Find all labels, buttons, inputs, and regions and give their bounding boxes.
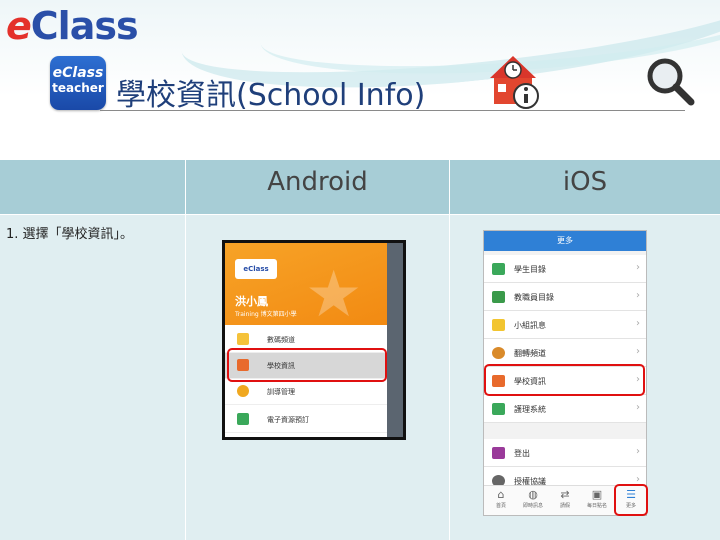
android-menu-item[interactable]: 電子資源預訂	[225, 407, 387, 433]
menu-item-label: 數碼頻道	[267, 336, 295, 344]
school-info-icon	[490, 56, 539, 109]
checkin-icon: ▣	[591, 488, 603, 501]
brand-e: e	[6, 4, 32, 48]
android-user-name: 洪小鳳	[235, 295, 268, 308]
android-highlight-box	[227, 348, 387, 382]
tab-label: 即時訊息	[522, 503, 543, 509]
clipboard-icon	[492, 263, 505, 275]
row-label: 登出	[514, 449, 530, 458]
android-screenshot: ★ eClass 洪小鳳 Training 博文第四小學 數碼頻道 學校資訊 訓…	[222, 240, 406, 440]
tab-label: 每日點名	[586, 503, 607, 509]
video-icon	[237, 333, 249, 345]
eclass-teacher-app-icon: eClass teacher	[50, 56, 106, 110]
table-header-ios: iOS	[450, 160, 720, 214]
menu-item-label: 電子資源預訂	[267, 416, 309, 424]
eclass-logo: eClass	[6, 4, 139, 48]
tab-home[interactable]: ⌂ 首頁	[486, 488, 516, 514]
page-title: 學校資訊(School Info)	[116, 78, 426, 113]
ios-highlight-box	[484, 364, 645, 396]
android-profile-header: ★ eClass 洪小鳳 Training 博文第四小學	[225, 243, 387, 332]
tab-checkin[interactable]: ▣ 每日點名	[582, 488, 612, 514]
chat-icon: ◍	[528, 488, 538, 501]
ios-list-row[interactable]: 學生目錄 ›	[484, 255, 646, 283]
message-icon	[492, 319, 505, 331]
ios-list-row[interactable]: 護理系統 ›	[484, 395, 646, 423]
chevron-right-icon: ›	[636, 446, 640, 457]
ios-tab-highlight-box	[614, 484, 648, 516]
calendar-icon	[237, 413, 249, 425]
header: eClass eClass teacher 學校資訊(School Info)	[0, 0, 720, 160]
chevron-right-icon: ›	[636, 346, 640, 357]
tab-chat[interactable]: ◍ 即時訊息	[518, 488, 548, 514]
tab-label: 首頁	[495, 503, 506, 509]
tab-label: 請假	[559, 503, 570, 509]
row-label: 護理系統	[514, 405, 546, 414]
android-menu-item[interactable]: 訓導管理	[225, 379, 387, 405]
brand-rest: Class	[30, 4, 139, 48]
ios-list-row[interactable]: 翻轉頻道 ›	[484, 339, 646, 367]
column-header: iOS	[562, 167, 608, 197]
column-header: Android	[267, 167, 368, 197]
users-icon	[492, 347, 505, 359]
ios-list-row-logout[interactable]: 登出 ›	[484, 439, 646, 467]
transfer-icon: ⇄	[560, 488, 570, 501]
ios-nav-title: 更多	[484, 231, 646, 251]
badge-line2: teacher	[52, 81, 104, 95]
chevron-right-icon: ›	[636, 262, 640, 273]
id-card-icon	[492, 291, 505, 303]
android-school-logo: eClass	[235, 259, 277, 279]
chevron-right-icon: ›	[636, 290, 640, 301]
badge-line1: eClass	[52, 65, 104, 81]
home-icon: ⌂	[497, 488, 505, 501]
medical-icon	[492, 403, 505, 415]
android-background-panel	[387, 243, 403, 437]
row-label: 翻轉頻道	[514, 349, 546, 358]
ios-list-row[interactable]: 小組訊息 ›	[484, 311, 646, 339]
search-icon	[647, 58, 695, 106]
ios-list-row[interactable]: 教職員目錄 ›	[484, 283, 646, 311]
chevron-right-icon: ›	[636, 318, 640, 329]
row-label: 小組訊息	[514, 321, 546, 330]
row-label: 學生目錄	[514, 265, 546, 274]
tab-leave[interactable]: ⇄ 請假	[550, 488, 580, 514]
android-user-subtitle: Training 博文第四小學	[235, 311, 297, 318]
chevron-right-icon: ›	[636, 402, 640, 413]
menu-item-label: 訓導管理	[267, 388, 295, 396]
medal-icon	[237, 385, 249, 397]
step-instruction: 1. 選擇「學校資訊」。	[6, 227, 134, 242]
table-cell-step	[0, 215, 185, 540]
table-header-android: Android	[186, 160, 449, 214]
star-decoration: ★	[305, 258, 363, 332]
title-underline	[100, 110, 685, 111]
table-header-step	[0, 160, 185, 214]
logout-icon	[492, 447, 505, 459]
row-label: 教職員目錄	[514, 293, 554, 302]
